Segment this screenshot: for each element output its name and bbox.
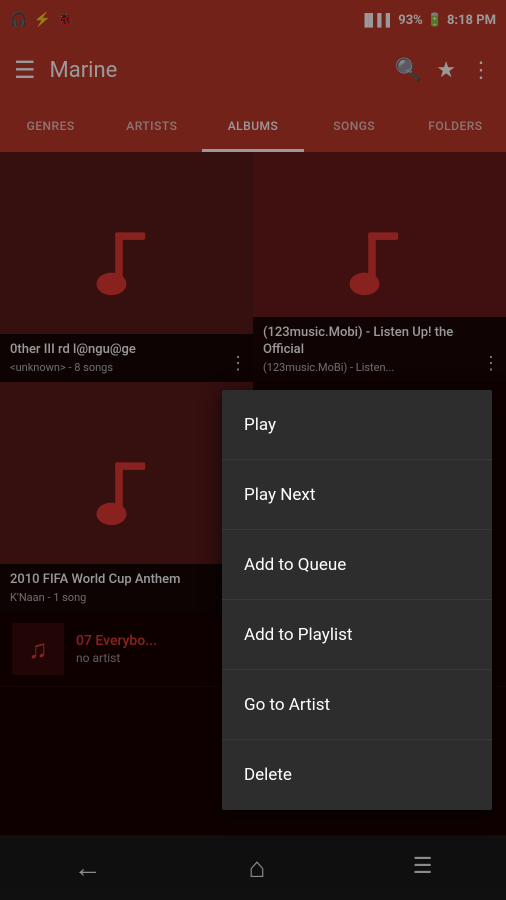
context-menu-add-to-queue[interactable]: Add to Queue [222,530,492,600]
context-menu-play[interactable]: Play [222,390,492,460]
context-menu-go-to-artist[interactable]: Go to Artist [222,670,492,740]
context-menu-delete[interactable]: Delete [222,740,492,810]
context-menu-add-to-playlist[interactable]: Add to Playlist [222,600,492,670]
context-menu: Play Play Next Add to Queue Add to Playl… [222,390,492,810]
context-menu-play-next[interactable]: Play Next [222,460,492,530]
